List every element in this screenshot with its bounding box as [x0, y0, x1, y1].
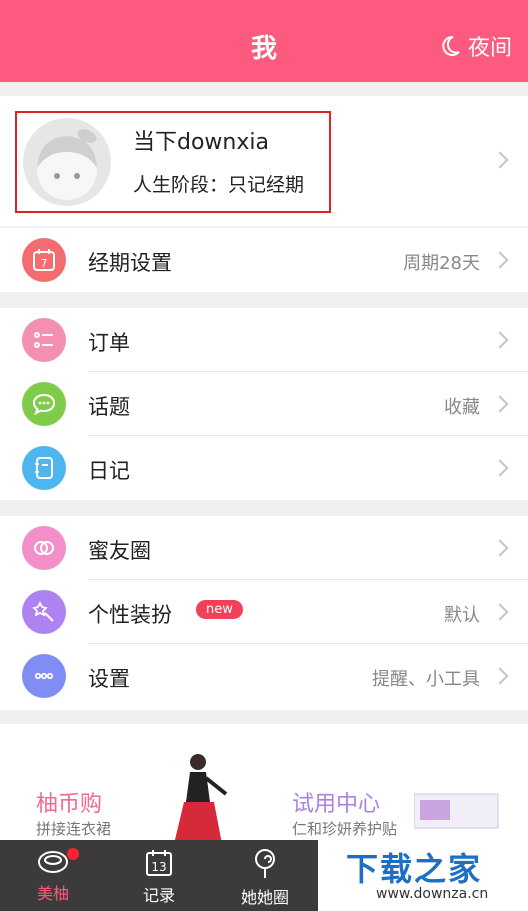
watermark-title: 下载之家	[346, 850, 483, 888]
diary-label: 日记	[88, 459, 130, 483]
coin-shop-subtitle: 拼接连衣裙	[36, 820, 112, 838]
period-settings-row[interactable]: 7 经期设置 周期28天	[0, 228, 528, 292]
chat-bubble-icon	[22, 382, 66, 426]
night-mode-label: 夜间	[467, 36, 512, 61]
avatar[interactable]	[23, 118, 111, 206]
tab-her-circle[interactable]: 她她圈	[212, 840, 318, 911]
period-settings-label: 经期设置	[88, 251, 172, 275]
chevron-right-icon	[491, 151, 509, 169]
trial-center-promo[interactable]: 试用中心 仁和珍妍养护贴	[264, 724, 528, 840]
new-badge: new	[196, 600, 243, 619]
chevron-right-icon	[491, 539, 509, 557]
topics-label: 话题	[88, 395, 130, 419]
orders-label: 订单	[88, 331, 130, 355]
lollipop-icon	[255, 849, 275, 878]
magic-wand-icon	[22, 590, 66, 634]
chevron-right-icon	[491, 251, 509, 269]
night-mode-toggle[interactable]: 夜间	[438, 30, 512, 62]
calendar-icon: 7	[22, 238, 66, 282]
tab-meiyou[interactable]: 美柚	[0, 840, 106, 911]
top-header: 我 夜间	[0, 0, 528, 82]
product-box-image	[414, 793, 499, 829]
period-card: 7 经期设置 周期28天	[0, 228, 528, 292]
chevron-right-icon	[491, 603, 509, 621]
tab-label: 她她圈	[240, 888, 289, 907]
more-dots-icon	[22, 654, 66, 698]
friends-circle-row[interactable]: 蜜友圈	[0, 516, 528, 580]
watermark-url: www.downza.cn	[376, 886, 489, 902]
dress-model-image	[174, 754, 228, 844]
period-settings-value: 周期28天	[403, 253, 480, 274]
settings-label: 设置	[88, 667, 130, 691]
trial-center-subtitle: 仁和珍妍养护贴	[292, 820, 398, 838]
profile-stage: 人生阶段：只记经期	[133, 174, 305, 196]
notebook-icon	[22, 446, 66, 490]
group-social: 蜜友圈 个性装扮 new 默认 设置 提醒、小工具	[0, 516, 528, 710]
list-icon	[22, 318, 66, 362]
chevron-right-icon	[491, 667, 509, 685]
profile-name: 当下downxia	[133, 130, 269, 155]
bottom-tab-bar: 美柚 13 记录 她她圈	[0, 840, 318, 911]
tab-calendar-day: 13	[151, 860, 166, 874]
trial-center-title: 试用中心	[292, 792, 381, 817]
topics-value: 收藏	[444, 397, 480, 418]
tab-label: 美柚	[36, 884, 69, 903]
moon-icon	[442, 35, 460, 56]
group-orders: 订单 话题 收藏 日记	[0, 308, 528, 500]
notification-dot	[67, 848, 79, 860]
settings-value: 提醒、小工具	[372, 669, 480, 690]
topics-row[interactable]: 话题 收藏	[0, 372, 528, 436]
chevron-right-icon	[491, 331, 509, 349]
profile-card[interactable]: 当下downxia 人生阶段：只记经期	[0, 96, 528, 226]
personalize-value: 默认	[444, 605, 480, 626]
orders-row[interactable]: 订单	[0, 308, 528, 372]
chevron-right-icon	[491, 395, 509, 413]
tab-record[interactable]: 13 记录	[106, 840, 212, 911]
friends-circle-label: 蜜友圈	[88, 539, 151, 563]
coin-shop-promo[interactable]: 柚币购 拼接连衣裙	[0, 724, 264, 844]
diary-row[interactable]: 日记	[0, 436, 528, 500]
watermark: 下载之家 www.downza.cn	[318, 840, 528, 911]
calendar-13-icon: 13	[146, 850, 172, 876]
calendar-day-text: 7	[41, 257, 48, 270]
personalize-label: 个性装扮	[88, 603, 172, 627]
interlocked-circles-icon	[22, 526, 66, 570]
meiyou-bowl-icon	[38, 851, 68, 873]
chevron-right-icon	[491, 459, 509, 477]
settings-row[interactable]: 设置 提醒、小工具	[0, 644, 528, 708]
tab-label: 记录	[142, 886, 175, 905]
coin-shop-title: 柚币购	[36, 792, 103, 817]
personalize-row[interactable]: 个性装扮 new 默认	[0, 580, 528, 644]
